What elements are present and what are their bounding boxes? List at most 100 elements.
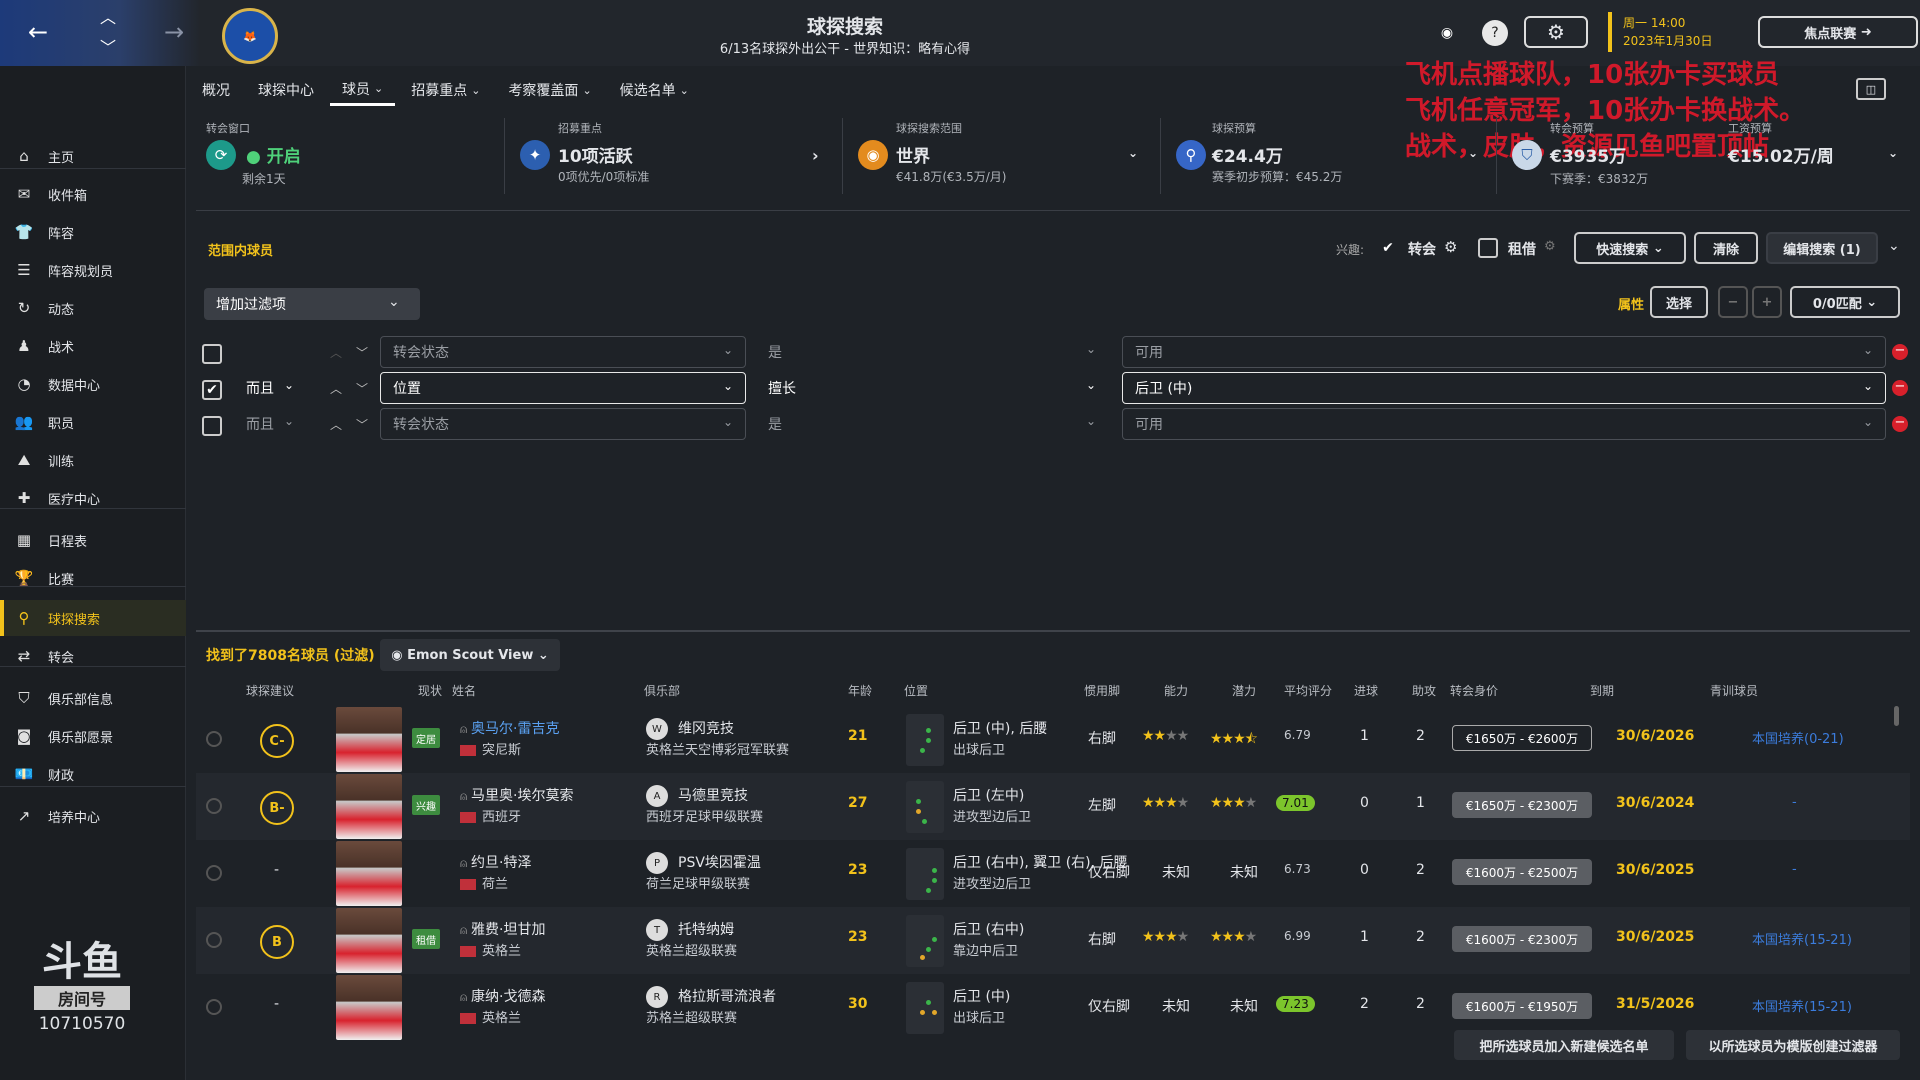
sidebar-item[interactable]: ✚ 医疗中心 (0, 480, 186, 516)
sidebar-item[interactable]: 👥 职员 (0, 404, 186, 440)
row-select-checkbox[interactable] (206, 999, 222, 1015)
loan-gear-icon[interactable]: ⚙ (1544, 239, 1556, 254)
remove-filter-icon[interactable]: − (1892, 380, 1908, 396)
scrollbar[interactable] (1894, 706, 1899, 726)
chevron-down-icon[interactable]: ⌄ (388, 294, 400, 310)
info-scouting-range[interactable]: 球探搜索范围 ◉ 世界 €41.8万(€3.5万/月) ⌄ (858, 116, 1148, 196)
sidebar-item[interactable]: 💶 财政 (0, 756, 186, 792)
filter-field-dropdown[interactable]: 转会状态 ⌄ (380, 336, 746, 368)
remove-filter-icon[interactable]: − (1892, 344, 1908, 360)
player-photo[interactable] (336, 908, 402, 973)
sidebar-item[interactable]: 🏆 比赛 (0, 560, 186, 596)
tab[interactable]: 招募重点 ⌄ (399, 74, 492, 106)
column-header[interactable]: 年龄 (848, 682, 872, 699)
filter-conjunction-dropdown[interactable]: 而且 ⌄ (236, 408, 306, 440)
tab[interactable]: 候选名单 ⌄ (608, 74, 701, 106)
club-name[interactable]: PSV埃因霍温 (678, 852, 761, 872)
transfer-value[interactable]: €1600万 - €1950万 (1452, 993, 1592, 1019)
player-name[interactable]: ⍝ 奥马尔·雷吉克 (460, 718, 559, 738)
club-league[interactable]: 荷兰足球甲级联赛 (646, 873, 750, 892)
filter-value-dropdown[interactable]: 可用 ⌄ (1122, 336, 1886, 368)
info-transfer-window[interactable]: 转会窗口 ⟳ ● 开启 剩余1天 (206, 116, 496, 196)
filter-field-dropdown[interactable]: 转会状态 ⌄ (380, 408, 746, 440)
table-row[interactable]: C- 定居 ⍝ 奥马尔·雷吉克 突尼斯 W 维冈竞技 英格兰天空博彩冠军联赛 21 后卫 (中)… (196, 706, 1910, 773)
chevron-down-icon[interactable]: ﹀ (100, 34, 116, 58)
club-league[interactable]: 英格兰超级联赛 (646, 940, 737, 959)
row-select-checkbox[interactable] (206, 932, 222, 948)
sidebar-item[interactable]: ⛉ 俱乐部信息 (0, 680, 186, 716)
game-date[interactable]: 周一 14:00 2023年1月30日 (1623, 14, 1712, 50)
player-photo[interactable] (336, 707, 402, 772)
player-name[interactable]: ⍝ 约旦·特泽 (460, 852, 531, 872)
club-name[interactable]: 维冈竞技 (678, 718, 734, 738)
sidebar-item[interactable]: ⛰ 训练 (0, 442, 186, 478)
sidebar-item[interactable]: 👕 阵容 (0, 214, 186, 250)
info-wage-budget[interactable]: 工资预算 €15.02万/周 ⌄ (1728, 116, 1908, 196)
transfer-checkbox[interactable]: ✔ (1378, 238, 1398, 258)
filter-row-checkbox[interactable] (202, 416, 222, 436)
tab[interactable]: 概况 (190, 74, 242, 106)
loan-checkbox[interactable] (1478, 238, 1498, 258)
club-name[interactable]: 格拉斯哥流浪者 (678, 986, 776, 1006)
chevron-right-icon[interactable]: › (812, 146, 819, 165)
chevron-down-icon[interactable]: ⌄ (1888, 146, 1898, 160)
column-header[interactable]: 惯用脚 (1084, 682, 1120, 699)
filter-row-checkbox[interactable]: ✔ (202, 380, 222, 400)
sidebar-item[interactable]: ⚲ 球探搜索 (0, 600, 186, 636)
add-to-shortlist-button[interactable]: 把所选球员加入新建候选名单 (1454, 1030, 1674, 1060)
transfer-value[interactable]: €1650万 - €2300万 (1452, 792, 1592, 818)
filter-operator-dropdown[interactable]: 是 ⌄ (756, 408, 1108, 440)
column-header[interactable]: 到期 (1590, 682, 1614, 699)
sidebar-item[interactable]: ↻ 动态 (0, 290, 186, 326)
focus-league-button[interactable]: 焦点联赛 ➜ (1758, 16, 1918, 48)
remove-filter-icon[interactable]: − (1892, 416, 1908, 432)
quick-search-button[interactable]: 快速搜索 ⌄ (1574, 232, 1686, 264)
move-up-icon[interactable]: ︿ (330, 416, 342, 433)
column-header[interactable]: 球探建议 (246, 682, 294, 699)
column-header[interactable]: 现状 (418, 682, 442, 699)
chevron-up-icon[interactable]: ︿ (100, 4, 116, 28)
player-name[interactable]: ⍝ 雅费·坦甘加 (460, 919, 545, 939)
filter-operator-dropdown[interactable]: 擅长 ⌄ (756, 372, 1108, 404)
globe-icon[interactable]: ◉ (1434, 20, 1460, 46)
info-recruitment-focus[interactable]: 招募重点 ✦ 10项活跃 0项优先/0项标准 › (520, 116, 830, 196)
settings-button[interactable]: ⚙ (1524, 16, 1588, 48)
table-row[interactable]: B 租借 ⍝ 雅费·坦甘加 英格兰 T 托特纳姆 英格兰超级联赛 23 后卫 (右中) 靠边中后卫… (196, 907, 1910, 974)
move-up-icon[interactable]: ︿ (330, 344, 342, 361)
sidebar-item[interactable]: ↗ 培养中心 (0, 798, 186, 834)
club-name[interactable]: 马德里竞技 (678, 785, 748, 805)
info-scouting-budget[interactable]: 球探预算 ⚲ €24.4万 赛季初步预算：€45.2万 ⌄ (1176, 116, 1478, 196)
transfer-value[interactable]: €1650万 - €2600万 (1452, 725, 1592, 751)
filter-operator-dropdown[interactable]: 是 ⌄ (756, 336, 1108, 368)
tab[interactable]: 考察覆盖面 ⌄ (496, 74, 603, 106)
column-header[interactable]: 进球 (1354, 682, 1378, 699)
tab[interactable]: 球员 ⌄ (330, 74, 396, 106)
chevron-down-icon[interactable]: ⌄ (1128, 146, 1138, 160)
move-down-icon[interactable]: ﹀ (356, 380, 368, 397)
sidebar-item[interactable]: ⌂ 主页 (0, 138, 186, 174)
transfer-value[interactable]: €1600万 - €2500万 (1452, 859, 1592, 885)
column-header[interactable]: 能力 (1164, 682, 1188, 699)
filter-conjunction-dropdown[interactable]: 而且 ⌄ (236, 372, 306, 404)
club-league[interactable]: 西班牙足球甲级联赛 (646, 806, 763, 825)
move-down-icon[interactable]: ﹀ (356, 416, 368, 433)
minus-button[interactable]: − (1718, 286, 1748, 318)
row-select-checkbox[interactable] (206, 731, 222, 747)
column-header[interactable]: 青训球员 (1710, 682, 1758, 699)
match-dropdown[interactable]: 0/0匹配 ⌄ (1790, 286, 1900, 318)
sidebar-item[interactable]: ✉ 收件箱 (0, 176, 186, 212)
filter-value-dropdown[interactable]: 后卫 (中) ⌄ (1122, 372, 1886, 404)
edit-search-button[interactable]: 编辑搜索 (1) (1766, 232, 1878, 264)
column-header[interactable]: 俱乐部 (644, 682, 680, 699)
player-photo[interactable] (336, 841, 402, 906)
transfer-value[interactable]: €1600万 - €2300万 (1452, 926, 1592, 952)
choose-button[interactable]: 选择 (1650, 286, 1708, 318)
club-crest-icon[interactable]: 🦊 (222, 8, 278, 64)
chevron-down-icon[interactable]: ⌄ (1468, 146, 1478, 160)
sidebar-item[interactable]: ☰ 阵容规划员 (0, 252, 186, 288)
sidebar-item[interactable]: ◔ 数据中心 (0, 366, 186, 402)
column-header[interactable]: 潜力 (1232, 682, 1256, 699)
player-name[interactable]: ⍝ 康纳·戈德森 (460, 986, 545, 1006)
forward-arrow-icon[interactable]: → (164, 18, 184, 46)
sidebar-item[interactable]: ▦ 日程表 (0, 522, 186, 558)
